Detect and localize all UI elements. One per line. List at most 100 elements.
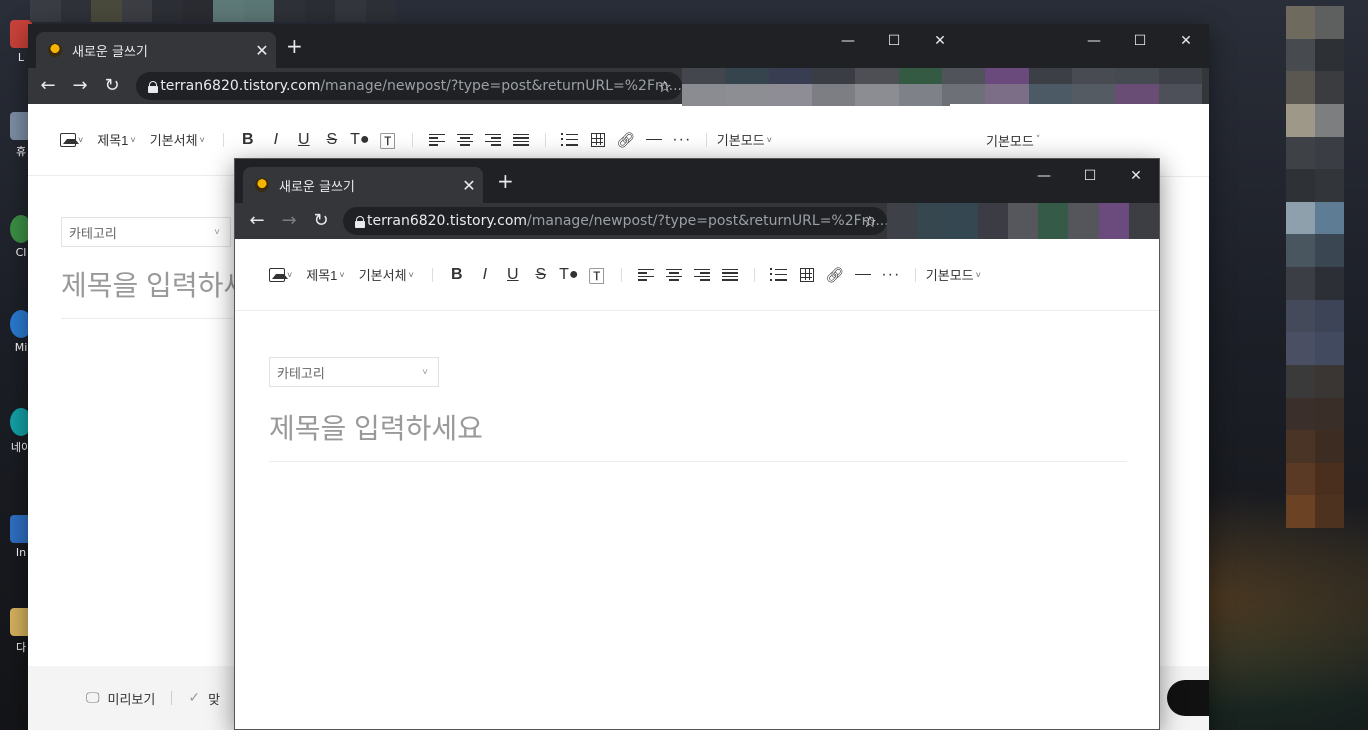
- publish-button[interactable]: [1167, 680, 1209, 716]
- font-select[interactable]: 기본서체: [150, 128, 205, 152]
- strikethrough-icon[interactable]: S: [527, 263, 555, 287]
- minimize-icon[interactable]: —: [1021, 159, 1067, 193]
- table-icon[interactable]: [584, 128, 612, 152]
- category-label: 카테고리: [277, 365, 325, 381]
- italic-icon[interactable]: I: [471, 263, 499, 287]
- heading-label: 제목1: [97, 133, 129, 148]
- text-background-icon[interactable]: 🅃: [583, 263, 611, 287]
- align-right-icon[interactable]: [479, 128, 507, 152]
- tab-close-icon[interactable]: ✕: [248, 41, 276, 60]
- align-justify-icon[interactable]: [507, 128, 535, 152]
- image-icon: [269, 267, 288, 282]
- title-input[interactable]: 제목을 입력하세요: [269, 407, 1127, 462]
- align-right-icon[interactable]: [688, 263, 716, 287]
- image-insert-button[interactable]: [269, 263, 292, 287]
- editor-mode-select[interactable]: 기본모드: [926, 263, 981, 287]
- pixel-block: [1286, 332, 1315, 365]
- tab-close-icon[interactable]: ✕: [455, 176, 483, 195]
- align-center-icon[interactable]: [451, 128, 479, 152]
- forward-arrow-icon[interactable]: →: [68, 74, 92, 98]
- reload-icon[interactable]: ↻: [309, 209, 333, 233]
- url-path: /manage/newpost/?type=post&returnURL=%2F…: [320, 78, 682, 94]
- divider: [431, 267, 433, 282]
- title-placeholder: 제목을 입력하세요: [269, 413, 483, 444]
- align-left-icon[interactable]: [423, 128, 451, 152]
- divider: [753, 267, 755, 282]
- underline-icon[interactable]: U: [499, 263, 527, 287]
- pixel-block: [1315, 495, 1344, 528]
- desktop-icon-label: Cl: [15, 246, 27, 259]
- align-justify-icon[interactable]: [716, 263, 744, 287]
- tistory-favicon-icon: [48, 43, 62, 57]
- pixel-block: [1286, 397, 1315, 431]
- link-icon[interactable]: 🔗︎: [821, 263, 849, 287]
- pixel-block: [1286, 169, 1315, 202]
- heading-select[interactable]: 제목1: [306, 263, 344, 287]
- bullet-list-icon[interactable]: [765, 263, 793, 287]
- more-icon[interactable]: ···: [668, 128, 696, 152]
- pixel-block: [1286, 201, 1315, 235]
- heading-select[interactable]: 제목1: [97, 128, 135, 152]
- divider: [620, 267, 622, 282]
- browser-tab[interactable]: 새로운 글쓰기 ✕: [243, 167, 483, 203]
- bold-icon[interactable]: B: [234, 128, 262, 152]
- horizontal-rule-icon[interactable]: [640, 128, 668, 152]
- divider: [705, 132, 707, 147]
- pixel-block: [1286, 136, 1315, 170]
- font-label: 기본서체: [149, 133, 198, 148]
- text-color-icon[interactable]: T●: [555, 263, 583, 287]
- new-tab-button[interactable]: +: [497, 171, 514, 191]
- maximize-icon[interactable]: ☐: [871, 24, 917, 58]
- divider: [544, 132, 546, 147]
- browser-tab[interactable]: 새로운 글쓰기 ✕: [36, 32, 276, 68]
- link-icon[interactable]: 🔗︎: [612, 128, 640, 152]
- more-icon[interactable]: ···: [877, 263, 905, 287]
- category-select[interactable]: 카테고리 ˅: [61, 217, 231, 247]
- navigation-bar: ← → ↻ terran6820.tistory.com/manage/newp…: [235, 203, 1159, 239]
- bullet-list-icon[interactable]: [556, 128, 584, 152]
- bold-icon[interactable]: B: [443, 263, 471, 287]
- close-icon[interactable]: ✕: [1113, 159, 1159, 193]
- italic-icon[interactable]: I: [262, 128, 290, 152]
- pixel-block: [1286, 103, 1315, 137]
- address-bar[interactable]: terran6820.tistory.com/manage/newpost/?t…: [136, 72, 682, 100]
- pixel-block: [1286, 234, 1315, 267]
- forward-arrow-icon[interactable]: →: [277, 209, 301, 233]
- font-select[interactable]: 기본서체: [359, 263, 414, 287]
- spellcheck-button[interactable]: ✓ 맞: [188, 689, 220, 708]
- back-arrow-icon[interactable]: ←: [245, 209, 269, 233]
- editor-mode-select[interactable]: 기본모드: [717, 128, 772, 152]
- image-insert-button[interactable]: [60, 128, 83, 152]
- minimize-icon[interactable]: —: [825, 24, 871, 58]
- minimize-icon[interactable]: —: [1071, 24, 1117, 58]
- editor-mode-select[interactable]: 기본모드: [986, 128, 1040, 152]
- close-icon[interactable]: ✕: [917, 24, 963, 58]
- table-icon[interactable]: [793, 263, 821, 287]
- mode-label: 기본모드: [986, 134, 1034, 150]
- maximize-icon[interactable]: ☐: [1067, 159, 1113, 193]
- maximize-icon[interactable]: ☐: [1117, 24, 1163, 58]
- title-bar: 새로운 글쓰기 ✕ + — ☐ ✕: [235, 159, 1159, 203]
- window-controls: — ☐ ✕: [1021, 159, 1159, 193]
- new-tab-button[interactable]: +: [286, 36, 303, 56]
- align-left-icon[interactable]: [632, 263, 660, 287]
- tab-title: 새로운 글쓰기: [72, 44, 148, 60]
- divider: [914, 267, 916, 282]
- bookmark-star-icon[interactable]: ☆: [658, 77, 672, 96]
- address-bar[interactable]: terran6820.tistory.com/manage/newpost/?t…: [343, 207, 887, 235]
- chevron-down-icon: ˅: [214, 226, 220, 238]
- underline-icon[interactable]: U: [290, 128, 318, 152]
- category-select[interactable]: 카테고리 ˅: [269, 357, 439, 387]
- text-background-icon[interactable]: 🅃: [374, 128, 402, 152]
- reload-icon[interactable]: ↻: [100, 74, 124, 98]
- align-center-icon[interactable]: [660, 263, 688, 287]
- strikethrough-icon[interactable]: S: [318, 128, 346, 152]
- close-icon[interactable]: ✕: [1163, 24, 1209, 58]
- bookmark-star-icon[interactable]: ☆: [863, 212, 877, 231]
- preview-button[interactable]: 🖵 미리보기: [86, 689, 155, 708]
- text-color-icon[interactable]: T●: [346, 128, 374, 152]
- horizontal-rule-icon[interactable]: [849, 263, 877, 287]
- content-editor-area[interactable]: [269, 489, 1127, 719]
- pixel-block: [1315, 299, 1344, 333]
- back-arrow-icon[interactable]: ←: [36, 74, 60, 98]
